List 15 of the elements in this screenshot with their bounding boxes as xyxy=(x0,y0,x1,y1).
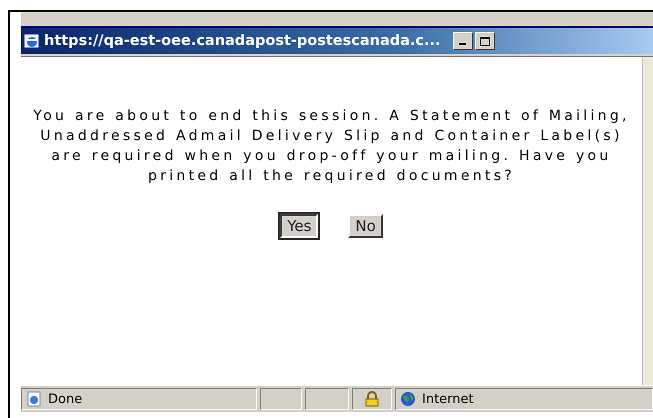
minimize-button[interactable] xyxy=(452,32,473,50)
page-icon xyxy=(26,391,42,407)
status-text: Done xyxy=(48,392,82,406)
browser-icon xyxy=(24,33,40,49)
confirmation-message: You are about to end this session. A Statement of Mailing, Unaddressed Admail Delivery Slip and Container Label(s) are required when you drop-off your mailing. Have you printed all the required documents? xyxy=(32,107,631,186)
maximize-button[interactable] xyxy=(474,32,495,50)
window-title: https://qa-est-oee.canadapost-postescanada.c... xyxy=(44,33,441,49)
yes-button[interactable]: Yes xyxy=(280,214,318,238)
status-panel xyxy=(305,388,349,410)
status-panel xyxy=(260,388,302,410)
zone-label: Internet xyxy=(422,392,474,406)
no-button[interactable]: No xyxy=(348,214,383,238)
scrollbar[interactable] xyxy=(642,57,653,385)
maximize-icon xyxy=(480,36,490,46)
globe-icon xyxy=(400,391,416,407)
